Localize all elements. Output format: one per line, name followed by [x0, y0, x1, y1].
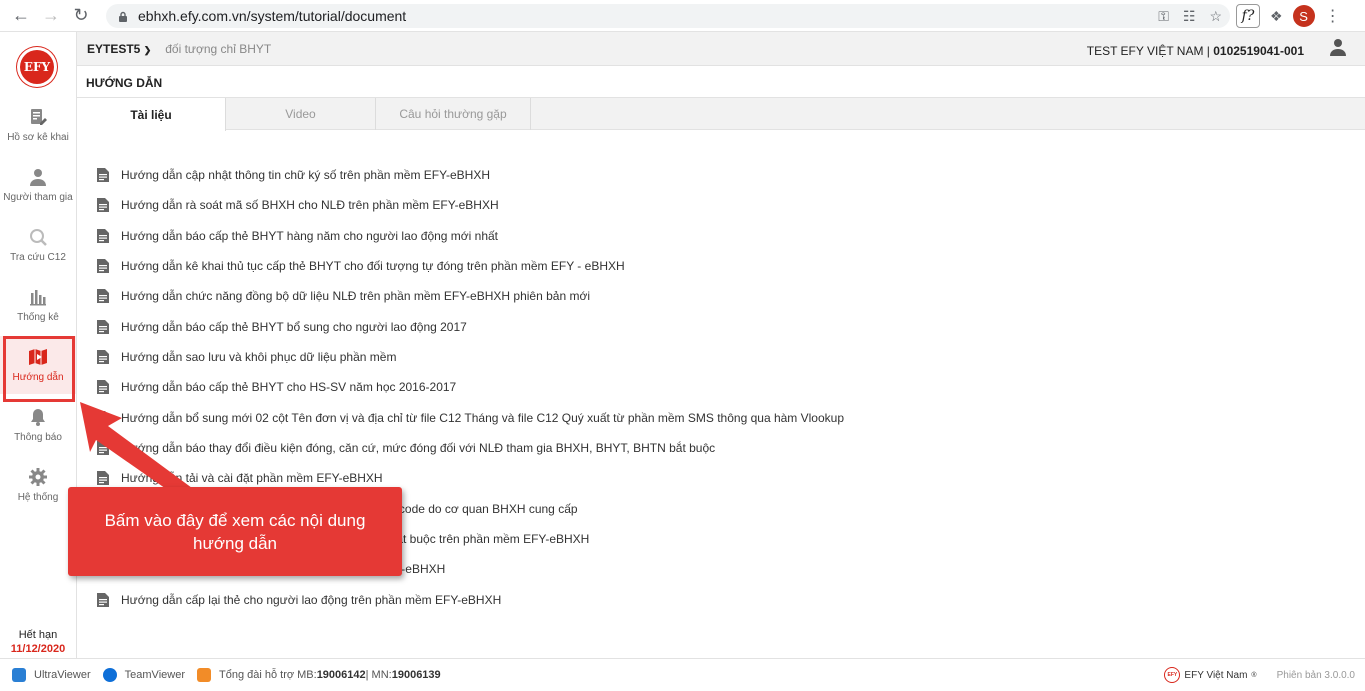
- star-icon[interactable]: ☆: [1209, 8, 1222, 25]
- sidebar-item-label: Tra cứu C12: [10, 252, 66, 263]
- sidebar-item-nguoi-tham-gia[interactable]: Người tham gia: [0, 156, 76, 214]
- org-selector[interactable]: EYTEST5 ❯: [87, 42, 151, 56]
- highlight-box: [3, 336, 75, 402]
- tab-bar: Tài liệu Video Câu hỏi thường gặp: [77, 97, 1365, 131]
- document-item[interactable]: Hướng dẫn cấp lại thẻ cho người lao động…: [97, 585, 844, 615]
- document-title[interactable]: Hướng dẫn báo thay đổi điều kiện đóng, c…: [121, 441, 715, 455]
- header-bar: EYTEST5 ❯ đối tượng chỉ BHYT TEST EFY VI…: [77, 32, 1365, 66]
- back-icon[interactable]: ←: [8, 3, 34, 29]
- sidebar-item-thong-bao[interactable]: Thông báo: [0, 396, 76, 454]
- sidebar-item-he-thong[interactable]: Hệ thống: [0, 456, 76, 514]
- org-subtitle: đối tượng chỉ BHYT: [165, 41, 272, 56]
- document-icon: [97, 259, 109, 274]
- efy-mini-logo: EFY: [1164, 667, 1181, 683]
- translate-icon[interactable]: ☷: [1183, 8, 1196, 25]
- document-item[interactable]: Hướng dẫn bổ sung mới 02 cột Tên đơn vị …: [97, 403, 844, 433]
- callout-tooltip: Bấm vào đây để xem các nội dung hướng dẫ…: [68, 487, 402, 576]
- sidebar-item-ho-so-ke-khai[interactable]: Hồ sơ kê khai: [0, 96, 76, 154]
- menu-kebab-icon[interactable]: ⋮: [1325, 6, 1341, 26]
- document-title[interactable]: Hướng dẫn báo cấp thẻ BHYT cho HS-SV năm…: [121, 380, 456, 394]
- document-item[interactable]: Hướng dẫn rà soát mã số BHXH cho NLĐ trê…: [97, 190, 844, 220]
- document-title[interactable]: Hướng dẫn báo cấp thẻ BHYT bổ sung cho n…: [121, 320, 467, 334]
- bar-chart-icon: [30, 290, 46, 306]
- hotline-mn: 19006139: [391, 668, 441, 681]
- document-icon: [97, 319, 109, 334]
- ultraviewer-link[interactable]: UltraViewer: [12, 667, 91, 682]
- document-item[interactable]: Hướng dẫn báo cấp thẻ BHYT cho HS-SV năm…: [97, 372, 844, 402]
- chevron-down-icon: ❯: [143, 44, 152, 55]
- version-text: Phiên bản 3.0.0.0: [1276, 669, 1355, 681]
- expiry-info: Hết hạn 11/12/2020: [0, 628, 76, 656]
- document-icon: [97, 289, 109, 304]
- document-icon: [97, 471, 109, 486]
- document-icon: [97, 198, 109, 213]
- gear-icon: [29, 468, 47, 486]
- document-icon: [97, 410, 109, 425]
- reload-icon[interactable]: ↻: [68, 3, 94, 29]
- document-item[interactable]: Hướng dẫn báo thay đổi điều kiện đóng, c…: [97, 433, 844, 463]
- address-bar[interactable]: ebhxh.efy.com.vn/system/tutorial/documen…: [106, 4, 1230, 28]
- footer: UltraViewer TeamViewer Tổng đài hỗ trợ M…: [0, 658, 1365, 690]
- document-title[interactable]: Hướng dẫn bổ sung mới 02 cột Tên đơn vị …: [121, 411, 844, 425]
- tab-cau-hoi-thuong-gap[interactable]: Câu hỏi thường gặp: [376, 98, 531, 130]
- extensions-puzzle-icon[interactable]: ❖: [1270, 8, 1283, 25]
- edit-document-icon: [31, 109, 47, 125]
- document-icon: [97, 380, 109, 395]
- document-item[interactable]: Hướng dẫn sao lưu và khôi phục dữ liệu p…: [97, 342, 844, 372]
- document-title[interactable]: Hướng dẫn rà soát mã số BHXH cho NLĐ trê…: [121, 198, 499, 212]
- sidebar-item-label: Người tham gia: [3, 192, 73, 203]
- expiry-date: 11/12/2020: [10, 643, 66, 655]
- phone-icon: [196, 667, 211, 682]
- person-icon: [30, 169, 46, 186]
- document-title[interactable]: Hướng dẫn báo cấp thẻ BHYT hàng năm cho …: [121, 229, 498, 243]
- document-title[interactable]: Hướng dẫn cấp lại thẻ cho người lao động…: [121, 593, 501, 607]
- document-icon: [97, 168, 109, 183]
- document-item[interactable]: Hướng dẫn kê khai thủ tục cấp thẻ BHYT c…: [97, 251, 844, 281]
- document-title[interactable]: Hướng dẫn cập nhật thông tin chữ ký số t…: [121, 168, 490, 182]
- document-title[interactable]: Hướng dẫn kê khai thủ tục cấp thẻ BHYT c…: [121, 259, 625, 273]
- document-icon: [97, 592, 109, 607]
- document-title[interactable]: Hướng dẫn tải và cài đặt phần mềm EFY-eB…: [121, 471, 383, 485]
- sidebar-item-thong-ke[interactable]: Thống kê: [0, 276, 76, 334]
- url-text: ebhxh.efy.com.vn/system/tutorial/documen…: [138, 8, 407, 24]
- search-icon: [30, 229, 47, 246]
- efy-logo[interactable]: EFY: [17, 47, 57, 87]
- document-title[interactable]: Hướng dẫn sao lưu và khôi phục dữ liệu p…: [121, 350, 396, 364]
- tab-tai-lieu[interactable]: Tài liệu: [77, 98, 226, 131]
- company-info: TEST EFY VIỆT NAM | 0102519041-001: [1086, 44, 1304, 58]
- sidebar-item-tra-cuu-c12[interactable]: Tra cứu C12: [0, 216, 76, 274]
- document-icon: [97, 441, 109, 456]
- tab-video[interactable]: Video: [226, 98, 376, 130]
- sidebar-item-label: Hồ sơ kê khai: [7, 132, 69, 143]
- lock-icon: [119, 11, 127, 22]
- key-icon[interactable]: ⚿: [1158, 8, 1169, 25]
- bell-icon: [31, 409, 45, 426]
- ultraviewer-icon: [12, 667, 26, 682]
- sidebar-item-label: Thống kê: [17, 312, 59, 323]
- forward-icon[interactable]: →: [38, 3, 64, 29]
- efy-brand: EFY EFY Việt Nam ®: [1164, 667, 1257, 683]
- document-icon: [97, 228, 109, 243]
- company-code: 0102519041-001: [1213, 44, 1304, 58]
- browser-toolbar: ← → ↻ ebhxh.efy.com.vn/system/tutorial/d…: [0, 0, 1365, 32]
- hotline-info: Tổng đài hỗ trợ MB: 19006142 | MN: 19006…: [196, 667, 441, 682]
- document-item[interactable]: Hướng dẫn chức năng đồng bộ dữ liệu NLĐ …: [97, 281, 844, 311]
- page-title: HƯỚNG DẪN: [86, 76, 163, 90]
- teamviewer-icon: [102, 667, 117, 682]
- hotline-mb: 19006142: [316, 668, 366, 681]
- expiry-label: Hết hạn: [18, 629, 58, 641]
- user-account-icon[interactable]: [1329, 38, 1347, 56]
- document-item[interactable]: Hướng dẫn báo cấp thẻ BHYT bổ sung cho n…: [97, 312, 844, 342]
- document-title[interactable]: Hướng dẫn chức năng đồng bộ dữ liệu NLĐ …: [121, 289, 590, 303]
- formula-extension-icon[interactable]: f?: [1236, 4, 1260, 28]
- document-icon: [97, 350, 109, 365]
- document-item[interactable]: Hướng dẫn báo cấp thẻ BHYT hàng năm cho …: [97, 221, 844, 251]
- teamviewer-link[interactable]: TeamViewer: [102, 667, 185, 682]
- document-item[interactable]: Hướng dẫn cập nhật thông tin chữ ký số t…: [97, 160, 844, 190]
- profile-avatar[interactable]: S: [1292, 5, 1315, 27]
- sidebar-item-label: Thông báo: [14, 432, 62, 443]
- sidebar-item-label: Hệ thống: [17, 492, 59, 503]
